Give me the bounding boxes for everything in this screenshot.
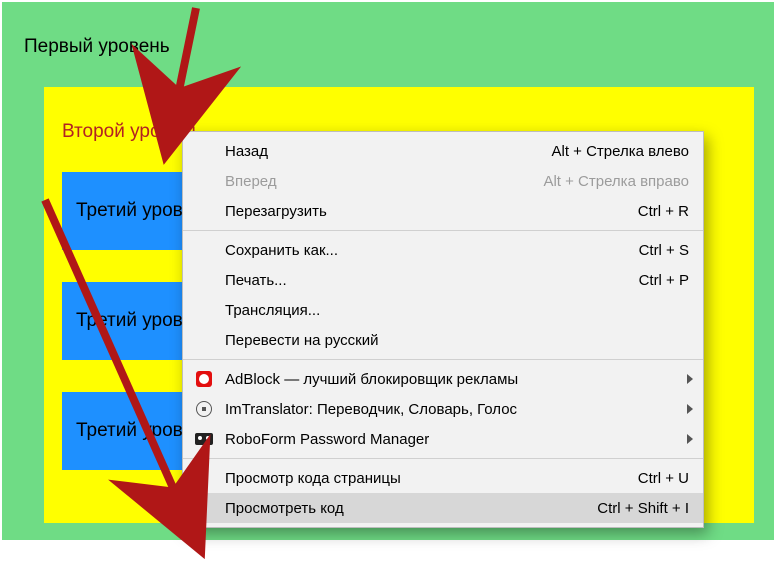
menu-separator <box>183 458 703 459</box>
menu-item-translate[interactable]: Перевести на русский <box>183 325 703 355</box>
submenu-arrow-icon <box>687 434 693 444</box>
adblock-icon <box>195 370 213 388</box>
menu-item-label: Печать... <box>225 272 639 289</box>
menu-item-label: Назад <box>225 143 551 160</box>
menu-item-label: Перевести на русский <box>225 332 689 349</box>
stage: Первый уровень Второй уровень Третий уро… <box>0 0 776 580</box>
menu-item-imtranslator[interactable]: ImTranslator: Переводчик, Словарь, Голос <box>183 394 703 424</box>
menu-separator <box>183 359 703 360</box>
menu-item-back[interactable]: Назад Alt + Стрелка влево <box>183 136 703 166</box>
menu-item-cast[interactable]: Трансляция... <box>183 295 703 325</box>
submenu-arrow-icon <box>687 404 693 414</box>
menu-item-label: Перезагрузить <box>225 203 638 220</box>
menu-item-label: Просмотреть код <box>225 500 597 517</box>
level2-label: Второй уровень <box>62 121 201 143</box>
menu-item-shortcut: Ctrl + S <box>639 242 689 259</box>
menu-item-forward[interactable]: Вперед Alt + Стрелка вправо <box>183 166 703 196</box>
menu-item-shortcut: Alt + Стрелка вправо <box>543 173 689 190</box>
menu-item-label: AdBlock — лучший блокировщик рекламы <box>225 371 689 388</box>
menu-item-label: RoboForm Password Manager <box>225 431 689 448</box>
menu-item-label: Вперед <box>225 173 543 190</box>
menu-item-shortcut: Ctrl + Shift + I <box>597 500 689 517</box>
menu-item-label: Трансляция... <box>225 302 689 319</box>
menu-item-reload[interactable]: Перезагрузить Ctrl + R <box>183 196 703 226</box>
roboform-icon <box>195 430 213 448</box>
menu-separator <box>183 230 703 231</box>
menu-item-view-source[interactable]: Просмотр кода страницы Ctrl + U <box>183 463 703 493</box>
submenu-arrow-icon <box>687 374 693 384</box>
menu-item-shortcut: Ctrl + P <box>639 272 689 289</box>
menu-item-roboform[interactable]: RoboForm Password Manager <box>183 424 703 454</box>
menu-item-label: ImTranslator: Переводчик, Словарь, Голос <box>225 401 689 418</box>
menu-item-save-as[interactable]: Сохранить как... Ctrl + S <box>183 235 703 265</box>
menu-item-adblock[interactable]: AdBlock — лучший блокировщик рекламы <box>183 364 703 394</box>
context-menu: Назад Alt + Стрелка влево Вперед Alt + С… <box>182 131 704 528</box>
menu-item-shortcut: Ctrl + R <box>638 203 689 220</box>
menu-item-print[interactable]: Печать... Ctrl + P <box>183 265 703 295</box>
imtranslator-icon <box>195 400 213 418</box>
menu-item-label: Сохранить как... <box>225 242 639 259</box>
menu-item-shortcut: Alt + Стрелка влево <box>551 143 689 160</box>
level1-label: Первый уровень <box>24 36 170 58</box>
menu-item-inspect[interactable]: Просмотреть код Ctrl + Shift + I <box>183 493 703 523</box>
menu-item-shortcut: Ctrl + U <box>638 470 689 487</box>
menu-item-label: Просмотр кода страницы <box>225 470 638 487</box>
